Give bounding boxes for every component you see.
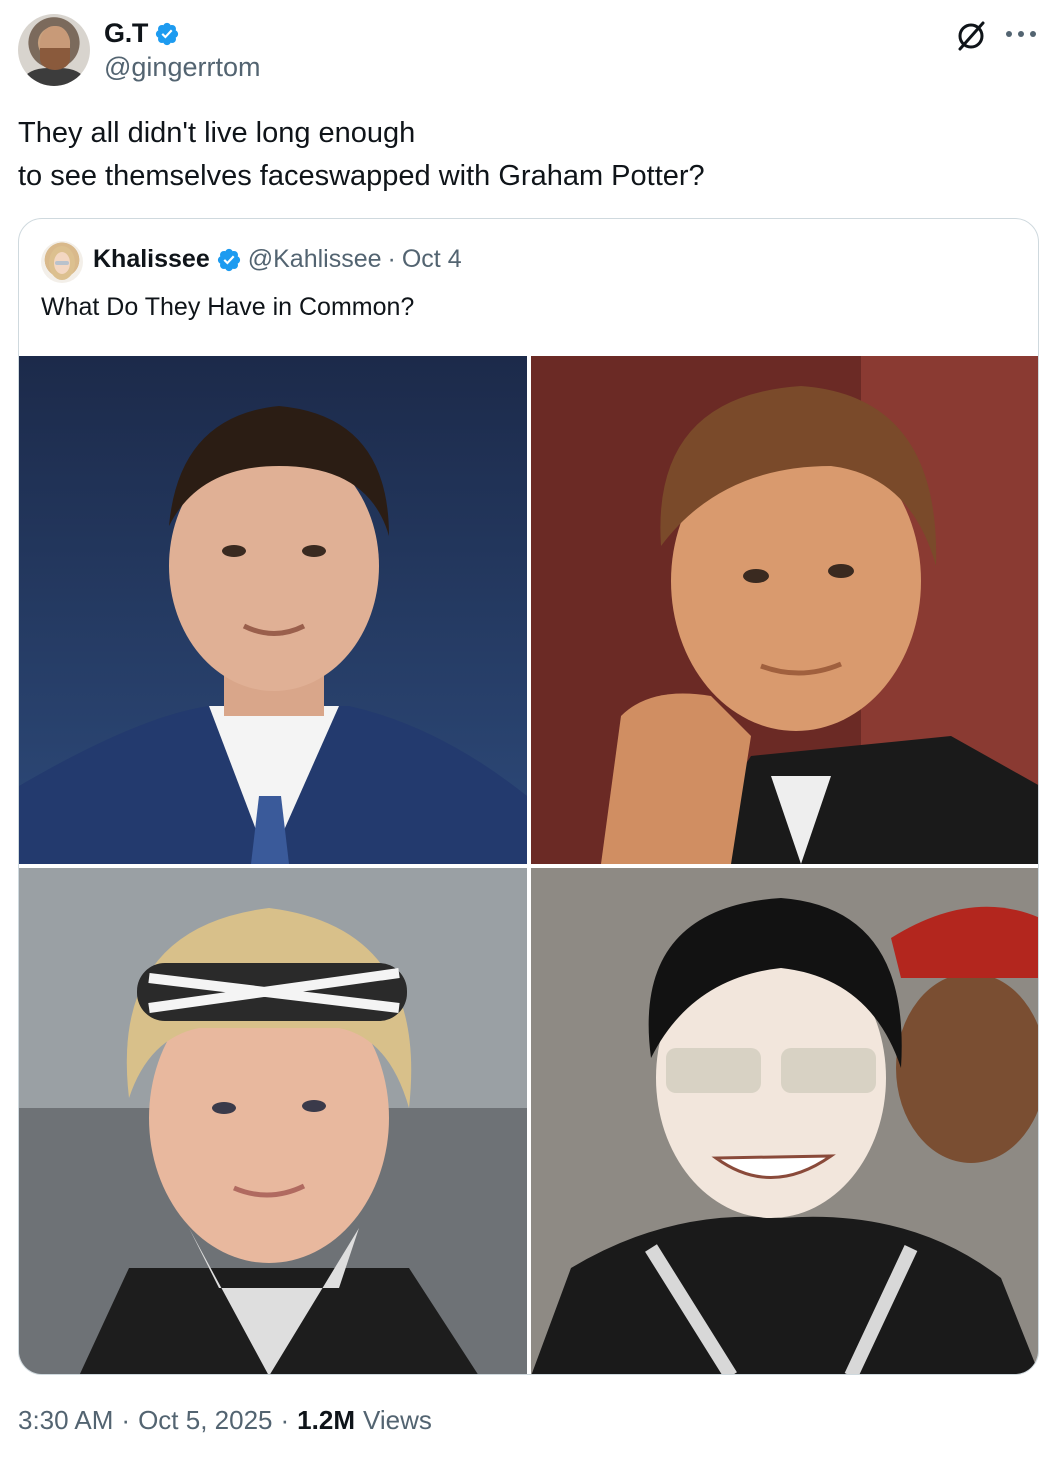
- man-in-blue-pinstripe-suit-photo[interactable]: [19, 356, 527, 864]
- quoted-tweet-card[interactable]: Khalissee @Kahlissee · Oct 4 What Do The…: [18, 218, 1039, 1375]
- woman-in-houndstooth-headband-photo[interactable]: [19, 868, 527, 1374]
- views-label[interactable]: Views: [363, 1405, 432, 1436]
- tweet: G.T @gingerrtom They all didn't live lon…: [0, 0, 1058, 1460]
- quoted-display-name[interactable]: Khalissee: [93, 245, 210, 274]
- tweet-text-line: They all didn't live long enough: [18, 117, 416, 149]
- quoted-name-row: Khalissee @Kahlissee · Oct 4: [93, 245, 462, 274]
- quoted-date[interactable]: Oct 4: [402, 245, 462, 274]
- tweet-footer: 3:30 AM · Oct 5, 2025 · 1.2M Views: [18, 1405, 432, 1436]
- man-in-mirrored-sunglasses-photo[interactable]: [531, 868, 1038, 1374]
- man-with-hand-on-chin-photo[interactable]: [531, 356, 1038, 864]
- views-count[interactable]: 1.2M: [297, 1405, 355, 1436]
- quoted-author-avatar[interactable]: [41, 241, 83, 283]
- tweet-text-line: to see themselves faceswapped with Graha…: [18, 160, 705, 192]
- verified-badge-icon: [217, 248, 240, 271]
- author-avatar[interactable]: [18, 14, 90, 86]
- more-options-icon[interactable]: [1004, 28, 1038, 40]
- quoted-handle[interactable]: @Kahlissee: [248, 245, 382, 274]
- separator-dot: ·: [280, 1405, 290, 1435]
- grok-icon[interactable]: [953, 18, 989, 54]
- quoted-text: What Do They Have in Common?: [41, 293, 415, 321]
- author-handle[interactable]: @gingerrtom: [104, 52, 260, 83]
- separator-dot: ·: [121, 1405, 131, 1435]
- verified-badge-icon: [156, 22, 179, 45]
- author-name-row: G.T: [104, 18, 180, 49]
- separator-dot: ·: [387, 245, 396, 273]
- quoted-image-grid: [19, 356, 1038, 1374]
- tweet-text: They all didn't live long enough to see …: [18, 112, 1038, 198]
- author-display-name[interactable]: G.T: [104, 18, 148, 49]
- tweet-date[interactable]: Oct 5, 2025: [138, 1405, 272, 1436]
- tweet-time[interactable]: 3:30 AM: [18, 1405, 113, 1436]
